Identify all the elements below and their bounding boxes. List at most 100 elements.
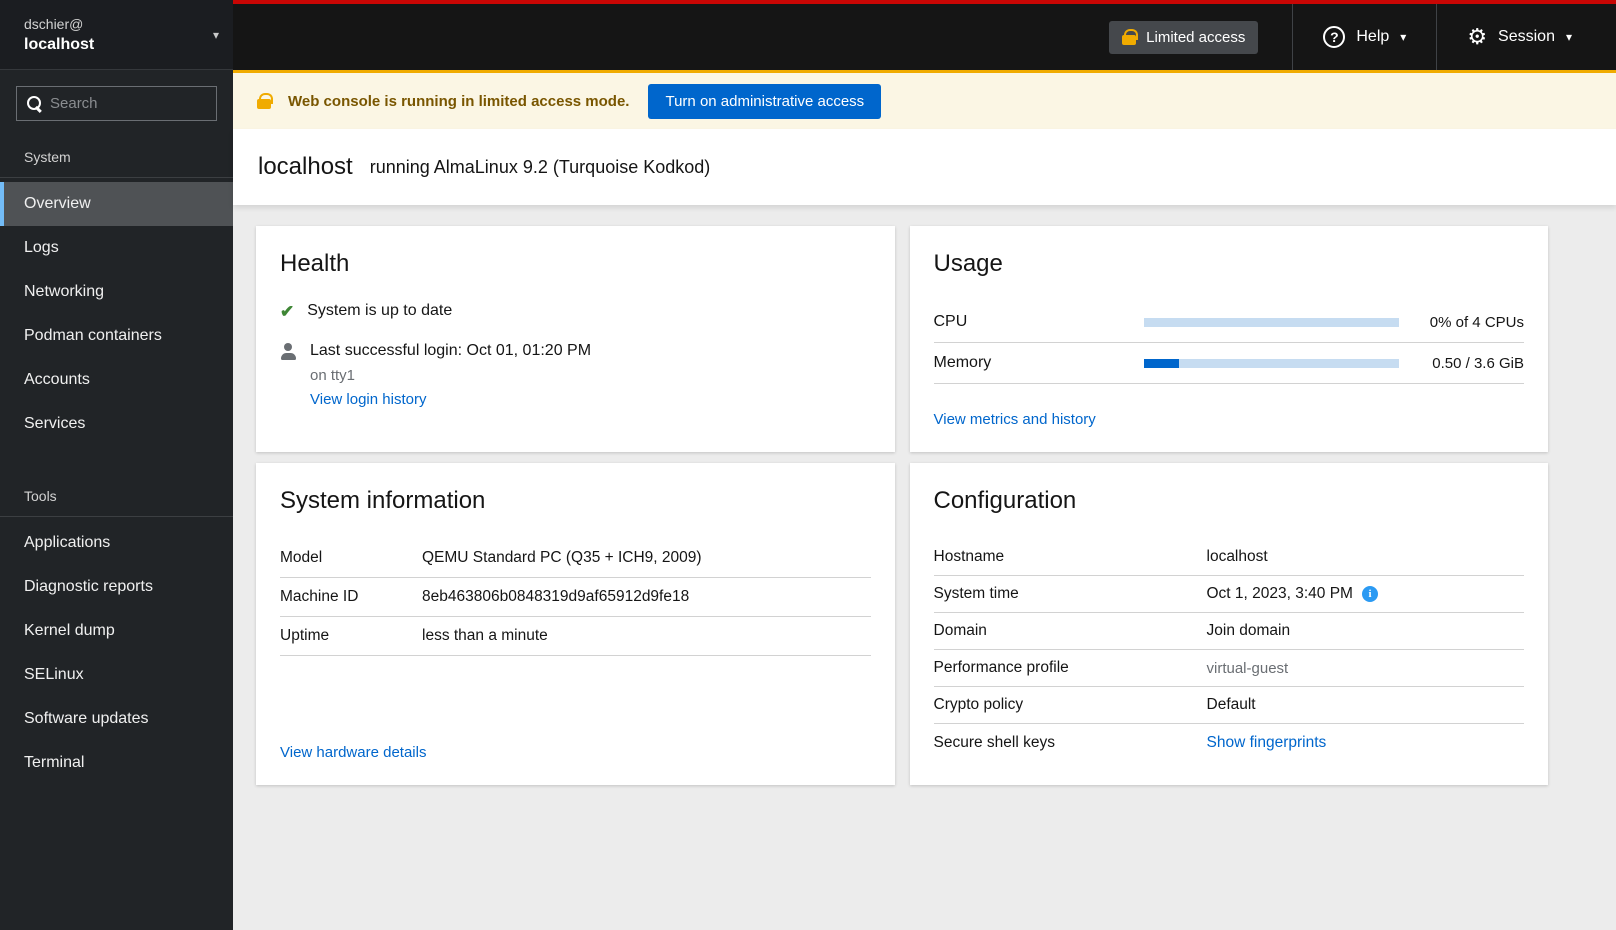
user-menu-labels: dschier@ localhost: [24, 16, 213, 54]
system-information-title: System information: [280, 487, 486, 514]
sidebar-item-logs[interactable]: Logs: [0, 226, 233, 270]
table-row: Machine ID 8eb463806b0848319d9af65912d9f…: [280, 578, 871, 617]
sidebar-item-applications[interactable]: Applications: [0, 521, 233, 565]
view-hardware-details-link[interactable]: View hardware details: [280, 744, 871, 761]
lock-icon: [1122, 29, 1139, 45]
banner-message: Web console is running in limited access…: [288, 92, 630, 110]
system-time-label: System time: [933, 585, 1019, 602]
hostname-label: Hostname: [933, 548, 1005, 565]
uptime-value: less than a minute: [422, 627, 548, 644]
table-row: Domain Join domain: [933, 613, 1524, 650]
check-icon: ✔: [280, 302, 295, 321]
sidebar-item-overview[interactable]: Overview: [0, 182, 233, 226]
main-area: Limited access ? Help ▾ ⚙ Session ▾ Web …: [233, 0, 1616, 930]
sidebar-item-services[interactable]: Services: [0, 402, 233, 446]
sidebar: dschier@ localhost ▾ System Overview Log…: [0, 0, 233, 930]
masthead: Limited access ? Help ▾ ⚙ Session ▾: [233, 0, 1616, 70]
cpu-value: 0% of 4 CPUs: [1429, 313, 1524, 331]
last-login-text: Last successful login: Oct 01, 01:20 PM: [310, 342, 592, 360]
chevron-down-icon: ▾: [212, 27, 219, 42]
cockpit-app: dschier@ localhost ▾ System Overview Log…: [0, 0, 1616, 930]
nav-section-tools: Tools: [0, 468, 233, 517]
info-icon[interactable]: i: [1361, 586, 1378, 602]
system-status-row: ✔ System is up to date: [280, 302, 871, 322]
sidebar-item-selinux[interactable]: SELinux: [0, 653, 233, 697]
sidebar-item-accounts[interactable]: Accounts: [0, 358, 233, 402]
user-icon: [280, 343, 297, 361]
page-subtitle: running AlmaLinux 9.2 (Turquoise Kodkod): [369, 156, 711, 177]
configuration-title: Configuration: [933, 487, 1077, 514]
nav-list-system: Overview Logs Networking Podman containe…: [0, 178, 233, 446]
table-row: Model QEMU Standard PC (Q35 + ICH9, 2009…: [280, 539, 871, 578]
search-icon: [27, 96, 41, 111]
model-value: QEMU Standard PC (Q35 + ICH9, 2009): [422, 549, 702, 566]
secure-shell-keys-label: Secure shell keys: [933, 733, 1055, 751]
performance-profile-value: virtual-guest: [1206, 659, 1289, 677]
configuration-card: Configuration Hostname localhost System …: [909, 463, 1548, 785]
memory-value: 0.50 / 3.6 GiB: [1432, 354, 1524, 372]
domain-label: Domain: [933, 622, 987, 639]
machine-id-value: 8eb463806b0848319d9af65912d9fe18: [422, 588, 690, 605]
system-time-value: Oct 1, 2023, 3:40 PM i: [1207, 585, 1378, 603]
performance-profile-label: Performance profile: [933, 659, 1069, 676]
sidebar-nav: System Overview Logs Networking Podman c…: [0, 129, 233, 785]
memory-usage-row: Memory 0.50 / 3.6 GiB: [933, 343, 1524, 384]
user-name: dschier@: [24, 15, 84, 32]
memory-label: Memory: [933, 354, 992, 371]
uptime-label: Uptime: [280, 627, 330, 644]
domain-value[interactable]: Join domain: [1207, 622, 1291, 640]
search-input[interactable]: [50, 95, 206, 112]
page-title: localhost: [258, 153, 353, 180]
chevron-down-icon: ▾: [1400, 30, 1407, 44]
cpu-progress-bar: [1143, 317, 1399, 327]
sidebar-item-terminal[interactable]: Terminal: [0, 741, 233, 785]
host-name: localhost: [24, 35, 95, 53]
usage-card-title: Usage: [933, 250, 1003, 277]
session-menu[interactable]: ⚙ Session ▾: [1437, 4, 1616, 70]
nav-section-system: System: [0, 129, 233, 178]
help-label: Help: [1356, 28, 1390, 45]
show-fingerprints-link[interactable]: Show fingerprints: [1207, 734, 1327, 752]
memory-progress-fill: [1143, 358, 1180, 368]
limited-access-banner: Web console is running in limited access…: [233, 70, 1616, 129]
usage-card: Usage CPU 0% of 4 CPUs Memory 0.50 / 3.6…: [909, 226, 1548, 452]
crypto-policy-value: Default: [1206, 696, 1256, 713]
hostname-value: localhost: [1206, 548, 1268, 565]
table-row: Uptime less than a minute: [280, 617, 871, 656]
crypto-policy-label: Crypto policy: [933, 696, 1024, 713]
sidebar-item-software-updates[interactable]: Software updates: [0, 697, 233, 741]
sidebar-item-networking[interactable]: Networking: [0, 270, 233, 314]
session-label: Session: [1498, 28, 1555, 45]
help-menu[interactable]: ? Help ▾: [1293, 4, 1436, 70]
user-menu[interactable]: dschier@ localhost ▾: [0, 0, 233, 70]
table-row: Performance profile virtual-guest: [933, 650, 1524, 687]
last-login-row: Last successful login: Oct 01, 01:20 PM …: [280, 342, 871, 408]
lock-icon: [257, 93, 273, 109]
view-metrics-link[interactable]: View metrics and history: [934, 411, 1525, 428]
cpu-usage-row: CPU 0% of 4 CPUs: [933, 302, 1524, 343]
model-label: Model: [280, 549, 323, 566]
sidebar-item-kernel-dump[interactable]: Kernel dump: [0, 609, 233, 653]
table-row: Secure shell keys Show fingerprints: [934, 724, 1525, 761]
chevron-down-icon: ▾: [1565, 30, 1572, 44]
table-row: Hostname localhost: [933, 539, 1524, 576]
page-header: localhost running AlmaLinux 9.2 (Turquoi…: [233, 129, 1616, 205]
system-information-card: System information Model QEMU Standard P…: [256, 463, 895, 785]
turn-on-admin-access-button[interactable]: Turn on administrative access: [648, 83, 882, 119]
nav-list-tools: Applications Diagnostic reports Kernel d…: [0, 517, 233, 785]
sidebar-item-podman-containers[interactable]: Podman containers: [0, 314, 233, 358]
search-box[interactable]: [16, 86, 217, 121]
help-icon: ?: [1323, 26, 1346, 48]
overview-content: Health ✔ System is up to date Last succe…: [233, 205, 1616, 930]
last-login-detail: on tty1: [310, 367, 356, 385]
limited-access-button[interactable]: Limited access: [1109, 20, 1259, 54]
limited-access-label: Limited access: [1146, 28, 1246, 46]
nav-gap: [0, 446, 233, 468]
system-status-text: System is up to date: [307, 302, 453, 319]
health-card-title: Health: [280, 250, 350, 277]
cpu-label: CPU: [933, 313, 968, 330]
view-login-history-link[interactable]: View login history: [310, 391, 591, 408]
sidebar-item-diagnostic-reports[interactable]: Diagnostic reports: [0, 565, 233, 609]
sidebar-search: [0, 70, 233, 129]
gear-icon: ⚙: [1467, 24, 1488, 49]
